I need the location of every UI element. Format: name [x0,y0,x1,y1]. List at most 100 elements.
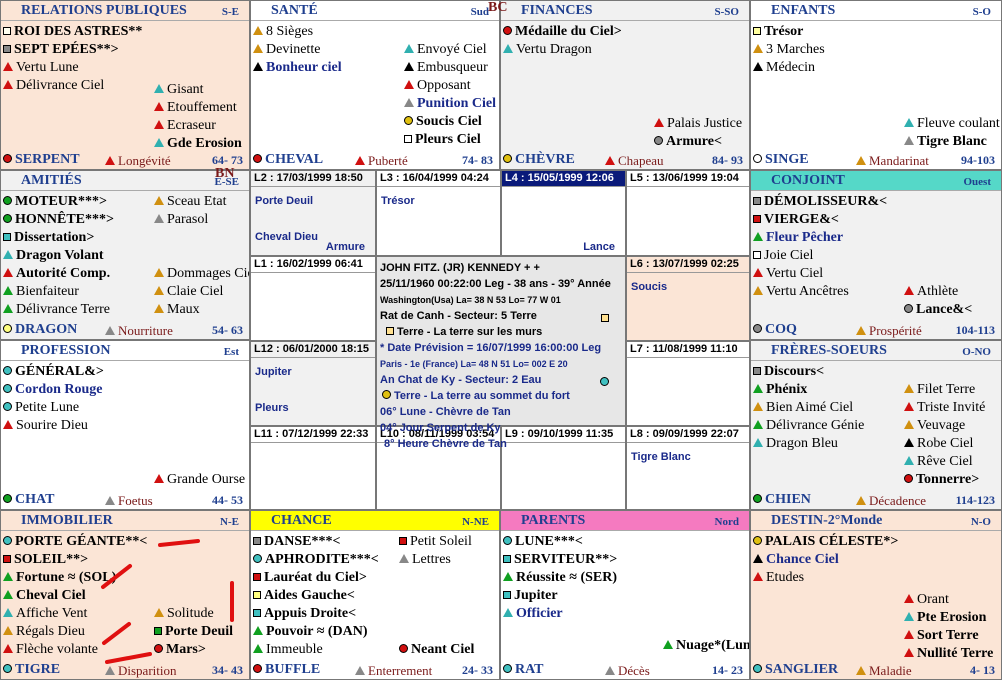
month-cell-l12[interactable]: L12 : 06/01/2000 18:15 Jupiter Pleurs [250,341,376,426]
star-item: HONNÊTE***> [3,211,114,229]
month-cell-l3[interactable]: L3 : 16/04/1999 04:24 Trésor [376,170,501,256]
star-item [904,265,972,283]
palace-footer: COQ Prospérité 104-113 [751,321,1001,339]
star-label: Embusqueur [417,60,488,75]
star-item: SEPT EPÉES**> [3,41,142,59]
star-label: Triste Invité [917,400,986,415]
star-item: Grande Ourse [154,471,245,489]
palace-chance[interactable]: CHANCE N-NE DANSE***< APHRODITE***< Lauréat … [250,510,500,680]
branch-label: SANGLIER [765,662,839,677]
palace-header: AMITIÉS E-SE [1,171,249,191]
month-cell-l11[interactable]: L11 : 07/12/1999 22:33 [250,426,376,510]
star-item: Veuvage [904,417,985,435]
palace-direction: O-NO [962,346,991,358]
triangle-icon [904,648,914,657]
triangle-icon [904,402,914,411]
month-cell-header: L12 : 06/01/2000 18:15 [251,342,375,358]
star-label: Fortune ≈ (SOL) [16,570,117,585]
cycle-stage: Prospérité [856,323,922,339]
palace-parents[interactable]: PARENTS Nord LUNE***< SERVITEUR**> Réussite … [500,510,750,680]
center-info-line: 25/11/1960 00:22:00 Leg - 38 ans - 39° A… [380,276,622,292]
palace-name: DESTIN-2°Monde [771,513,883,528]
star-label: Athlète [917,284,959,299]
palace-freres[interactable]: FRÈRES-SOEURS O-NO Discours< Phénix Bien Aim… [750,340,1002,510]
month-cell-l2[interactable]: L2 : 17/03/1999 18:50 Porte Deuil Cheval D… [250,170,376,256]
triangle-icon [399,554,409,563]
star-item: Mars> [154,641,233,659]
triangle-icon [856,666,866,675]
star-item: Cordon Rouge [3,381,104,399]
triangle-icon [753,384,763,393]
star-list-left: Trésor 3 Marches Médecin [753,23,825,77]
star-label: Immeuble [266,642,323,657]
circle-icon [382,390,391,399]
palace-enfants[interactable]: ENFANTS S-O Trésor 3 Marches Médecin Fleuve c… [750,0,1002,170]
month-cell-l1[interactable]: L1 : 16/02/1999 06:41 [250,256,376,341]
star-item: Dragon Volant [3,247,114,265]
palace-relations[interactable]: RELATIONS PUBLIQUES S-E ROI DES ASTRES** SE… [0,0,250,170]
month-cell-l5[interactable]: L5 : 13/06/1999 19:04 [626,170,750,256]
star-label: GÉNÉRAL&> [15,364,104,379]
month-cell-l4[interactable]: L4 : 15/05/1999 12:06 Lance [501,170,626,256]
circle-icon [904,304,913,313]
bn-marker: BN [215,166,235,181]
triangle-icon [503,572,513,581]
star-label: Bien Aimé Ciel [766,400,854,415]
palace-finances[interactable]: FINANCES S-SO Médaille du Ciel> Vertu Drago… [500,0,750,170]
center-info-line: Rat de Canh - Secteur: 5 Terre [380,308,622,324]
month-cell-l7[interactable]: L7 : 11/08/1999 11:10 [626,341,750,426]
palace-destin[interactable]: DESTIN-2°Monde N-O PALAIS CÉLESTE*> Chance … [750,510,1002,680]
star-item: Lauréat du Ciel> [253,569,379,587]
star-item: Sort Terre [904,627,993,645]
palace-amities[interactable]: AMITIÉS E-SE MOTEUR***> HONNÊTE***> Disserta… [0,170,250,340]
triangle-icon [904,594,914,603]
triangle-icon [154,608,164,617]
star-label: Bienfaiteur [16,284,79,299]
star-item: Ecraseur [154,117,242,135]
palace-immobilier[interactable]: IMMOBILIER N-E PORTE GÉANTE**< SOLEIL**> For… [0,510,250,680]
cycle-stage-label: Enterrement [368,663,433,678]
star-label: Ecraseur [167,118,216,133]
age-range: 114-123 [955,493,995,507]
star-item: Nuage*(Lune) [663,637,749,655]
month-cell-star: Armure [325,241,365,253]
star-label: Grande Ourse [167,472,246,487]
star-list-right: Solitude Porte Deuil Mars> [154,533,233,659]
branch-label: SINGE [765,152,809,167]
square-icon [253,591,261,599]
triangle-icon [154,304,164,313]
star-label: APHRODITE***< [265,552,379,567]
star-item: Vertu Ancêtres [753,283,887,301]
star-item: Maux [154,301,249,319]
star-item: SOLEIL**> [3,551,147,569]
star-item: Armure< [654,133,742,151]
branch-label: DRAGON [15,322,78,337]
palace-name: IMMOBILIER [21,513,113,528]
triangle-icon [3,572,13,581]
palace-footer: SERPENT Longévité 64- 73 [1,151,249,169]
star-label: MOTEUR***> [15,194,107,209]
square-icon [253,537,261,545]
triangle-icon [154,120,164,129]
star-list-left: DANSE***< APHRODITE***< Lauréat du Ciel> Ai… [253,533,379,659]
palace-direction: Nord [714,516,739,528]
branch-label: TIGRE [15,662,61,677]
star-label: Claie Ciel [167,284,224,299]
palace-header: PARENTS Nord [501,511,749,531]
star-item [904,247,972,265]
palace-header: CONJOINT Ouest [751,171,1001,191]
palace-name: PROFESSION [21,343,111,358]
branch-name: CHEVAL [253,152,323,168]
triangle-icon [3,62,13,71]
star-label: Vertu Ancêtres [766,284,849,299]
month-cell-l6[interactable]: L6 : 13/07/1999 02:25 Soucis [626,256,750,341]
square-icon [601,314,609,322]
palace-conjoint[interactable]: CONJOINT Ouest DÉMOLISSEUR&< VIERGE&< Fleur … [750,170,1002,340]
star-label: Gde Erosion [167,136,242,151]
branch-name: SANGLIER [753,662,838,678]
palace-sante[interactable]: SANTÉ Sud 8 Sièges Devinette Bonheur ciel Env… [250,0,500,170]
month-cell-l8[interactable]: L8 : 09/09/1999 22:07 Tigre Blanc [626,426,750,510]
palace-profession[interactable]: PROFESSION Est GÉNÉRAL&> Cordon Rouge Petite… [0,340,250,510]
star-list-right: Fleuve coulant Tigre Blanc [904,115,1000,151]
triangle-icon [3,250,13,259]
